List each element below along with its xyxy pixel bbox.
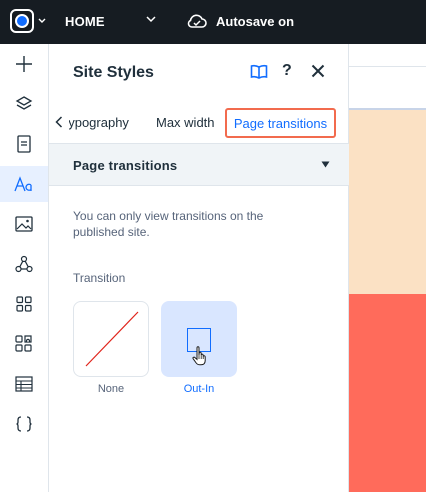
tab-max-width[interactable]: Max width <box>156 115 215 130</box>
canvas-section-red[interactable] <box>349 294 426 492</box>
left-rail <box>0 44 49 492</box>
transition-label: Transition <box>73 271 126 285</box>
page-icon <box>17 135 31 153</box>
site-styles-button[interactable] <box>0 166 48 202</box>
page-selector-label[interactable]: HOME <box>65 14 105 29</box>
add-elements-button[interactable] <box>0 46 48 82</box>
tab-typography[interactable]: Typography <box>69 115 129 130</box>
section-title: Page transitions <box>73 158 178 173</box>
canvas-section-peach[interactable] <box>349 110 426 294</box>
apps-button[interactable] <box>0 286 48 322</box>
hand-cursor-icon <box>192 346 206 366</box>
book-icon[interactable] <box>250 64 268 80</box>
transition-option-out-in[interactable] <box>161 301 237 377</box>
canvas-header-divider <box>349 66 426 67</box>
layers-button[interactable] <box>0 86 48 122</box>
section-header-page-transitions[interactable]: Page transitions <box>49 144 349 186</box>
caret-down-icon <box>321 161 330 168</box>
transition-label-out-in: Out-In <box>183 383 215 395</box>
site-styles-panel: Site Styles ? Typography Max width Page … <box>49 44 349 492</box>
help-button[interactable]: ? <box>282 62 292 80</box>
image-icon <box>15 216 33 232</box>
layers-icon <box>15 96 33 110</box>
transition-label-none: None <box>97 383 125 395</box>
panel-title: Site Styles <box>73 64 154 81</box>
pages-button[interactable] <box>0 126 48 162</box>
no-transition-icon <box>85 311 139 367</box>
panel-tabs: Typography Max width Page transitions <box>49 102 349 144</box>
autosave-status: Autosave on <box>216 14 295 29</box>
code-braces-icon <box>16 416 32 432</box>
tab-page-transitions[interactable]: Page transitions <box>225 108 336 138</box>
transition-option-none[interactable] <box>73 301 149 377</box>
connections-button[interactable] <box>0 246 48 282</box>
media-button[interactable] <box>0 206 48 242</box>
business-apps-button[interactable] <box>0 326 48 362</box>
chevron-left-icon[interactable] <box>55 116 63 128</box>
plus-icon <box>16 56 32 72</box>
typography-icon <box>14 176 32 192</box>
apps-grid-icon <box>16 296 32 312</box>
close-icon[interactable] <box>311 64 325 78</box>
top-bar: HOME Autosave on <box>0 0 426 44</box>
tab-typography-clip: Typography <box>69 102 133 144</box>
cloud-check-icon <box>187 14 207 28</box>
chevron-down-icon <box>38 18 46 23</box>
editor-canvas[interactable] <box>349 44 426 492</box>
network-icon <box>15 255 33 273</box>
site-menu-button[interactable] <box>10 9 46 33</box>
info-text: You can only view transitions on the pub… <box>73 209 264 239</box>
puzzle-icon <box>15 335 32 352</box>
site-logo-icon <box>10 9 34 33</box>
tables-button[interactable] <box>0 366 48 402</box>
table-icon <box>15 376 33 392</box>
code-button[interactable] <box>0 406 48 442</box>
page-chevron-down-icon[interactable] <box>146 16 156 23</box>
